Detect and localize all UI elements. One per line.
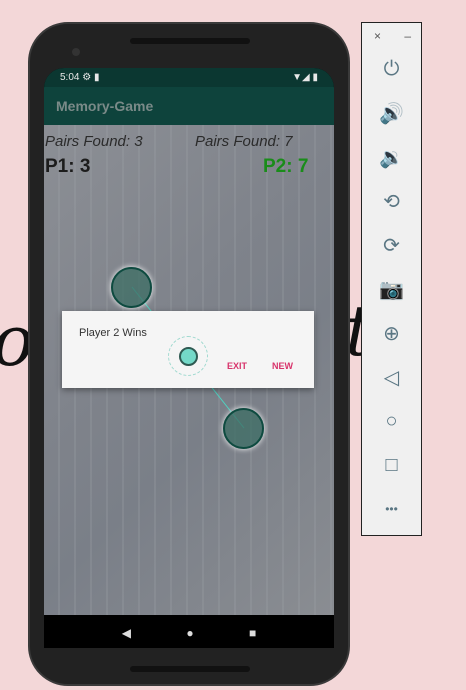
app-title: Memory-Game xyxy=(56,98,154,114)
signal-icon: ◢ xyxy=(302,72,310,83)
volume-up-icon[interactable]: 🔊 xyxy=(362,91,421,135)
phone-screen: 5:04 ⚙ ▮ ▼◢ ▮ Memory-Game Pairs Found: 3… xyxy=(44,68,334,648)
winner-dialog: Player 2 Wins EXIT NEW xyxy=(62,311,314,388)
gear-icon: ⚙ xyxy=(82,72,92,83)
phone-frame: 5:04 ⚙ ▮ ▼◢ ▮ Memory-Game Pairs Found: 3… xyxy=(28,22,350,686)
speaker xyxy=(130,666,250,672)
rotate-right-icon[interactable]: ⟳ xyxy=(362,223,421,267)
sd-card-icon: ▮ xyxy=(94,72,100,83)
dialog-message: Player 2 Wins xyxy=(79,327,147,339)
game-board[interactable]: Pairs Found: 3 Pairs Found: 7 P1: 3 P2: … xyxy=(44,125,334,615)
status-time: 5:04 xyxy=(60,72,80,83)
battery-icon: ▮ xyxy=(312,72,318,83)
android-nav-bar: ◀ ● ■ xyxy=(44,618,334,648)
minimize-icon[interactable]: – xyxy=(404,29,411,43)
card-circle[interactable] xyxy=(111,267,152,308)
back-icon[interactable]: ◁ xyxy=(362,355,421,399)
wifi-icon: ▼ xyxy=(292,72,302,83)
emulator-toolbar: × – ⏻ 🔊 🔉 ⟲ ⟳ 📷 ⊕ ◁ ○ □ ••• xyxy=(361,22,422,536)
new-game-button[interactable]: NEW xyxy=(272,361,293,371)
more-icon[interactable]: ••• xyxy=(362,487,421,531)
back-icon[interactable]: ◀ xyxy=(122,626,131,640)
speaker xyxy=(130,38,250,44)
volume-down-icon[interactable]: 🔉 xyxy=(362,135,421,179)
home-icon[interactable]: ● xyxy=(186,626,193,640)
status-bar: 5:04 ⚙ ▮ ▼◢ ▮ xyxy=(44,68,334,87)
card-circle[interactable] xyxy=(223,408,264,449)
app-bar: Memory-Game xyxy=(44,87,334,125)
exit-button[interactable]: EXIT xyxy=(227,361,247,371)
touch-indicator xyxy=(168,336,208,376)
power-icon[interactable]: ⏻ xyxy=(362,47,421,91)
overview-icon[interactable]: □ xyxy=(362,443,421,487)
zoom-icon[interactable]: ⊕ xyxy=(362,311,421,355)
recents-icon[interactable]: ■ xyxy=(249,626,256,640)
home-icon[interactable]: ○ xyxy=(362,399,421,443)
close-icon[interactable]: × xyxy=(374,29,381,43)
front-camera xyxy=(72,48,80,56)
camera-icon[interactable]: 📷 xyxy=(362,267,421,311)
rotate-left-icon[interactable]: ⟲ xyxy=(362,179,421,223)
